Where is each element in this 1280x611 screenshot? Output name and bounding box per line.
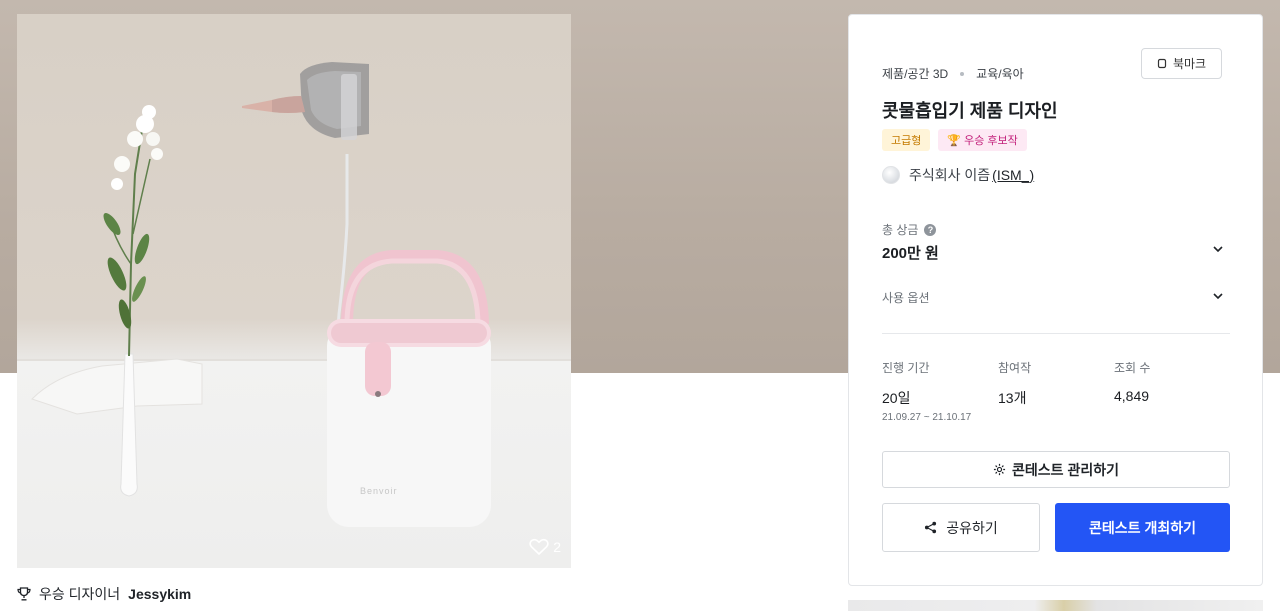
next-section-preview: [848, 600, 1263, 611]
gear-icon: [993, 463, 1006, 476]
bookmark-button[interactable]: 북마크: [1141, 48, 1222, 79]
total-prize-value: 200만 원: [882, 245, 939, 262]
svg-text:Benvoir: Benvoir: [360, 486, 398, 496]
winner-designer: 우승 디자이너 Jessykim: [17, 584, 191, 604]
host-company[interactable]: 주식회사 이즘 (ISM_): [882, 165, 1034, 185]
product-hero-image[interactable]: Benvoir 2: [17, 14, 571, 568]
host-contest-label: 콘테스트 개최하기: [1089, 519, 1196, 536]
bookmark-icon: [1157, 58, 1167, 69]
stat-views: 조회 수 4,849: [1114, 359, 1150, 404]
winner-name[interactable]: Jessykim: [128, 586, 191, 602]
stat-period-range: 21.09.27 ~ 21.10.17: [882, 412, 972, 423]
stat-period-label: 진행 기간: [882, 361, 930, 375]
award-badge-label: 우승 후보작: [964, 135, 1018, 147]
help-icon[interactable]: ?: [924, 223, 937, 236]
chevron-down-icon[interactable]: [1211, 289, 1225, 303]
total-prize-label: 총 상금 ?: [882, 221, 937, 238]
trophy-icon: [17, 587, 31, 601]
prize-label-text: 총 상금: [882, 223, 919, 237]
company-name: 주식회사 이즘: [909, 167, 991, 183]
like-count: 2: [553, 539, 561, 555]
usage-options-label[interactable]: 사용 옵션: [882, 289, 930, 306]
divider: [882, 333, 1230, 334]
trophy-icon: 🏆: [947, 134, 962, 147]
company-handle[interactable]: (ISM_): [992, 167, 1034, 183]
stat-period-value: 20일: [882, 390, 911, 406]
tier-badge-label: 고급형: [891, 135, 922, 147]
stat-views-value: 4,849: [1114, 388, 1150, 404]
tier-badge: 고급형: [882, 129, 931, 151]
contest-title: 콧물흡입기 제품 디자인: [882, 101, 1058, 121]
share-icon: [925, 521, 937, 534]
share-button[interactable]: 공유하기: [882, 503, 1040, 552]
stat-period: 진행 기간 20일 21.09.27 ~ 21.10.17: [882, 359, 971, 423]
manage-contest-label: 콘테스트 관리하기: [1012, 461, 1119, 478]
award-badge: 🏆 우승 후보작: [938, 129, 1027, 151]
share-label: 공유하기: [946, 519, 998, 536]
badge-row: 고급형 🏆 우승 후보작: [882, 129, 1027, 151]
host-contest-button[interactable]: 콘테스트 개최하기: [1055, 503, 1230, 552]
stat-entries: 참여작 13개: [998, 359, 1031, 408]
category-primary[interactable]: 제품/공간 3D: [882, 65, 948, 82]
separator-dot: [960, 71, 965, 76]
stat-entries-value: 13개: [998, 390, 1027, 406]
like-control[interactable]: 2: [529, 538, 561, 556]
contest-info-card: 제품/공간 3D 교육/육아 북마크 콧물흡입기 제품 디자인 고급형 🏆 우승…: [848, 14, 1263, 586]
winner-prefix: 우승 디자이너: [39, 586, 121, 602]
manage-contest-button[interactable]: 콘테스트 관리하기: [882, 451, 1230, 488]
company-logo: [882, 166, 900, 184]
stat-entries-label: 참여작: [998, 361, 1032, 375]
category-breadcrumb: 제품/공간 3D 교육/육아: [882, 65, 1024, 82]
chevron-down-icon[interactable]: [1211, 242, 1225, 256]
bookmark-label: 북마크: [1172, 57, 1207, 71]
stat-views-label: 조회 수: [1114, 361, 1151, 375]
product-illustration: Benvoir: [31, 62, 491, 527]
category-secondary[interactable]: 교육/육아: [976, 65, 1024, 82]
heart-icon: [529, 538, 549, 556]
